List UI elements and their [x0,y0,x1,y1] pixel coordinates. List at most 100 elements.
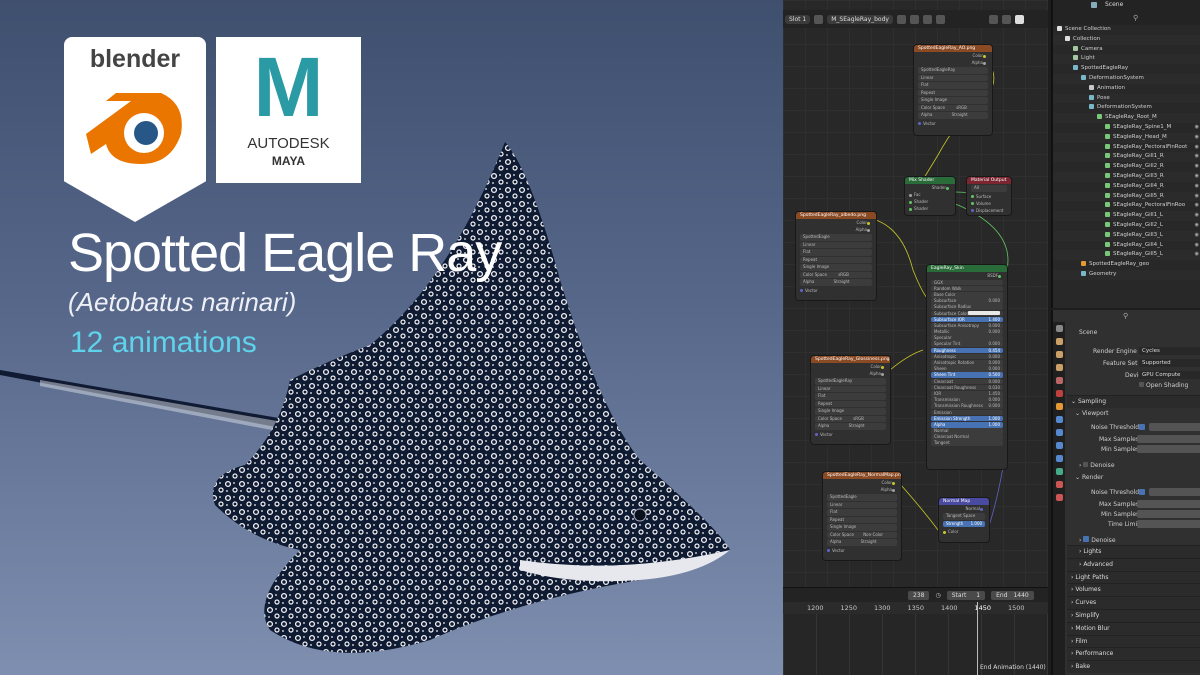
visibility-icon[interactable]: ◉ [1195,182,1199,192]
outliner-item-mesh[interactable]: SpottedEagleRay_geo [1053,260,1200,270]
principled-input-row[interactable]: Sheen 0.000 [931,366,1003,372]
panel-curves[interactable]: › Curves [1067,596,1200,610]
properties-editor[interactable]: ⚲ Scene Render Engine Cycles Feature Set… [1051,310,1200,675]
principled-input-row[interactable]: Specular Tint 0.000 [931,341,1003,348]
outliner-item-bone[interactable]: SEagleRay_Gill5_R ◉ [1053,191,1200,202]
principled-input-row[interactable]: Emission Strength 1.000 [931,415,1003,422]
principled-input-row[interactable]: Subsurface Anisotropy 0.000 [931,322,1003,329]
outliner-item-collection[interactable]: Scene Collection [1053,25,1200,35]
view-layer-tab-icon[interactable] [1055,364,1063,371]
image-selector[interactable]: SpottedEagle [827,494,897,501]
constraints-tab-icon[interactable] [1055,455,1063,462]
normal-image-texture-node[interactable]: SpottedEagleRay_NormalMap.png Color Alph… [823,472,901,560]
current-frame-field[interactable]: 238 [908,590,930,600]
viewport-min-samples-field[interactable] [1137,445,1200,453]
source[interactable]: Single Image [827,524,897,531]
end-frame-field[interactable]: End 1440 [991,590,1034,600]
panel-lights[interactable]: › Lights [1067,545,1200,558]
principled-input-row[interactable]: Subsurface Color [931,310,1003,317]
tool-tab-icon[interactable] [1055,325,1063,332]
principled-input-row[interactable]: Clearcoat 0.000 [931,378,1003,385]
glossiness-image-texture-node[interactable]: SpottedEagleRay_Glossiness.png Color Alp… [811,356,890,444]
material-tab-icon[interactable] [1055,481,1063,488]
strength-field[interactable]: Strength 1.000 [943,520,985,527]
principled-input-row[interactable]: Subsurface 0.000 [931,298,1003,304]
timeline-editor[interactable]: 238 ◷ Start 1 End 1440 1200 1250 1300 1350 1… [783,587,1048,675]
alpha-mode[interactable]: Alpha Straight [800,279,872,286]
target-select[interactable]: All [971,185,1007,192]
outliner-item-bone[interactable]: SEagleRay_Gill3_R ◉ [1053,171,1200,182]
visibility-icon[interactable]: ◉ [1195,221,1199,231]
shader-node-editor[interactable]: Slot 1 M_SEagleRay_body SpottedEagleRay_… [783,0,1048,600]
projection[interactable]: Flat [800,249,872,256]
panel-performance[interactable]: › Performance [1067,647,1200,661]
alpha-mode[interactable]: Alpha Straight [918,112,988,119]
principled-input-row[interactable]: Specular [931,335,1003,341]
outliner-item-action[interactable]: Animation [1053,84,1200,94]
principled-input-row[interactable]: Anisotropic Rotation 0.000 [931,360,1003,366]
object-tab-icon[interactable] [1055,403,1063,410]
outliner-item-bone[interactable]: SEagleRay_Root_M [1053,113,1200,123]
interpolation[interactable]: Linear [800,241,872,248]
render-tab-icon[interactable] [1055,338,1063,345]
world-tab-icon[interactable] [1055,390,1063,397]
texture-tab-icon[interactable] [1055,494,1063,501]
panel-motion-blur[interactable]: › Motion Blur [1067,621,1200,635]
sampling-panel[interactable]: ⌄ Sampling [1067,395,1200,408]
alpha-mode[interactable]: Alpha Straight [827,539,897,546]
albedo-image-texture-node[interactable]: SpottedEagleRay_albedo.png Color Alpha S… [796,212,876,300]
outliner-item-bone[interactable]: SEagleRay_PectoralFinRoo ◉ [1053,201,1200,211]
render-min-samples-field[interactable] [1137,510,1200,518]
color-space[interactable]: Color Space Non-Color [827,531,897,538]
source[interactable]: Single Image [815,408,886,415]
visibility-icon[interactable]: ◉ [1195,250,1199,260]
interpolation[interactable]: Linear [918,74,988,81]
outliner-item-bone[interactable]: SEagleRay_Spine1_M ◉ [1053,123,1200,133]
outliner-item-bone[interactable]: SEagleRay_Head_M ◉ [1053,132,1200,143]
panel-film[interactable]: › Film [1067,634,1200,648]
physics-tab-icon[interactable] [1055,442,1063,449]
principled-input-row[interactable]: Emission [931,409,1003,416]
normal-map-node[interactable]: Normal Map Normal Tangent Space Strength… [939,498,989,542]
open-shading-checkbox[interactable]: Open Shading [1139,382,1188,389]
panel-simplify[interactable]: › Simplify [1067,609,1200,622]
interpolation[interactable]: Linear [827,501,897,508]
visibility-icon[interactable]: ◉ [1195,133,1199,143]
extension[interactable]: Repeat [918,89,988,96]
outliner-item-armature[interactable]: SpottedEagleRay [1053,64,1200,74]
principled-input-row[interactable]: Transmission 0.000 [931,397,1003,403]
end-marker-label[interactable]: End Animation (1440) [980,664,1046,671]
scene-selector[interactable]: Scene [1105,1,1123,8]
image-selector[interactable]: SpottedEagleRay [815,378,886,385]
visibility-icon[interactable]: ◉ [1195,172,1199,182]
outliner-item-camera[interactable]: Camera [1053,45,1200,55]
viewport-max-samples-field[interactable] [1137,435,1200,443]
color-space[interactable]: Color Space sRGB [918,104,988,111]
visibility-icon[interactable]: ◉ [1195,162,1199,172]
end-marker-line[interactable] [977,602,978,675]
principled-input-row[interactable]: IOR 1.450 [931,390,1003,397]
outliner-item-bone[interactable]: SEagleRay_Gill3_L ◉ [1053,230,1200,241]
visibility-icon[interactable]: ◉ [1195,201,1199,211]
panel-volumes[interactable]: › Volumes [1067,583,1200,597]
projection[interactable]: Flat [918,82,988,89]
visibility-icon[interactable]: ◉ [1195,211,1199,221]
outliner-item-bone[interactable]: SEagleRay_Gill5_L ◉ [1053,250,1200,261]
principled-input-row[interactable]: Roughness 0.454 [931,347,1003,354]
render-engine-dropdown[interactable]: Cycles [1139,347,1200,355]
render-subpanel[interactable]: ⌄ Render [1075,474,1103,481]
data-tab-icon[interactable] [1055,468,1063,475]
render-max-samples-field[interactable] [1137,500,1200,508]
projection[interactable]: Flat [815,393,886,400]
particles-tab-icon[interactable] [1055,429,1063,436]
principled-input-row[interactable]: Normal [931,428,1003,434]
outliner-item-bone[interactable]: SEagleRay_Gill2_L ◉ [1053,221,1200,231]
outliner-item-bone[interactable]: SEagleRay_Gill2_R ◉ [1053,162,1200,172]
principled-input-row[interactable]: Random Walk [931,285,1003,292]
principled-input-row[interactable]: Alpha 1.000 [931,421,1003,428]
viewport-noise-threshold-field[interactable] [1149,423,1200,431]
principled-input-row[interactable]: Transmission Roughness 0.000 [931,403,1003,409]
color-space[interactable]: Color Space sRGB [800,271,872,278]
outliner-item-armature[interactable]: DeformationSystem [1053,103,1200,113]
principled-bsdf-node[interactable]: EagleRay_Skin BSDF GGX Random Walk Base Co… [927,265,1007,469]
